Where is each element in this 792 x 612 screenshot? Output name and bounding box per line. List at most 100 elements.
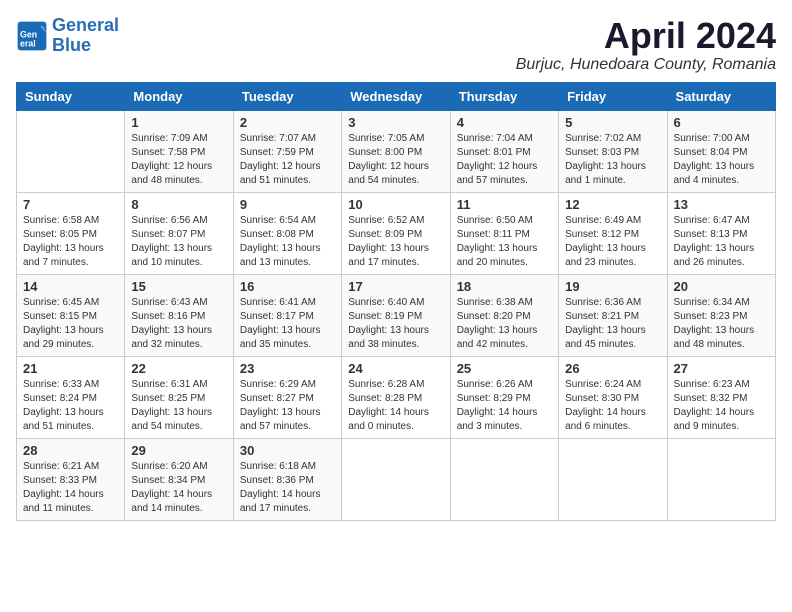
sunset-text: Sunset: 8:32 PM xyxy=(674,392,769,406)
calendar-cell: 18 Sunrise: 6:38 AMSunset: 8:20 PMDayligh… xyxy=(450,274,558,356)
day-number: 7 xyxy=(23,197,118,212)
calendar-cell xyxy=(667,438,775,520)
calendar-cell: 24Sunrise: 6:28 AMSunset: 8:28 PMDayligh… xyxy=(342,356,450,438)
week-row-0: 1Sunrise: 7:09 AMSunset: 7:58 PMDaylight… xyxy=(17,110,776,192)
cell-info: Sunrise: 6:45 AMSunset: 8:15 PMDaylight:… xyxy=(23,296,118,352)
sunset-text: Sunset: 8:34 PM xyxy=(131,474,226,488)
sunset-text: Sunset: 7:59 PM xyxy=(240,146,335,160)
calendar-cell: 16Sunrise: 6:41 AMSunset: 8:17 PMDayligh… xyxy=(233,274,341,356)
sunrise-text: Sunrise: 6:26 AM xyxy=(457,378,552,392)
daylight-text: Daylight: 13 hours and 13 minutes. xyxy=(240,242,335,270)
daylight-text: Daylight: 14 hours and 3 minutes. xyxy=(457,406,552,434)
sunset-text: Sunset: 8:29 PM xyxy=(457,392,552,406)
sunrise-text: Sunrise: 7:05 AM xyxy=(348,132,443,146)
day-number: 22 xyxy=(131,361,226,376)
svg-text:eral: eral xyxy=(20,38,36,48)
sunrise-text: Sunrise: 6:36 AM xyxy=(565,296,660,310)
day-number: 16 xyxy=(240,279,335,294)
day-number: 26 xyxy=(565,361,660,376)
day-number: 21 xyxy=(23,361,118,376)
calendar-thead: SundayMondayTuesdayWednesdayThursdayFrid… xyxy=(17,82,776,110)
cell-info: Sunrise: 6:31 AMSunset: 8:25 PMDaylight:… xyxy=(131,378,226,434)
cell-info: Sunrise: 6:47 AMSunset: 8:13 PMDaylight:… xyxy=(674,214,769,270)
cell-info: Sunrise: 6:49 AMSunset: 8:12 PMDaylight:… xyxy=(565,214,660,270)
sunset-text: Sunset: 8:36 PM xyxy=(240,474,335,488)
cell-info: Sunrise: 7:04 AMSunset: 8:01 PMDaylight:… xyxy=(457,132,552,188)
sunset-text: Sunset: 8:27 PM xyxy=(240,392,335,406)
sunrise-text: Sunrise: 6:49 AM xyxy=(565,214,660,228)
sunrise-text: Sunrise: 6:24 AM xyxy=(565,378,660,392)
daylight-text: Daylight: 13 hours and 23 minutes. xyxy=(565,242,660,270)
week-row-2: 14 Sunrise: 6:45 AMSunset: 8:15 PMDayligh… xyxy=(17,274,776,356)
sunset-text: Sunset: 8:00 PM xyxy=(348,146,443,160)
sunset-text: Sunset: 8:21 PM xyxy=(565,310,660,324)
daylight-text: Daylight: 12 hours and 57 minutes. xyxy=(457,160,552,188)
sunset-text: Sunset: 8:23 PM xyxy=(674,310,769,324)
cell-info: Sunrise: 6:43 AMSunset: 8:16 PMDaylight:… xyxy=(131,296,226,352)
calendar-cell: 8Sunrise: 6:56 AMSunset: 8:07 PMDaylight… xyxy=(125,192,233,274)
cell-info: Sunrise: 6:21 AMSunset: 8:33 PMDaylight:… xyxy=(23,460,118,516)
daylight-text: Daylight: 13 hours and 17 minutes. xyxy=(348,242,443,270)
sunset-text: Sunset: 8:13 PM xyxy=(674,228,769,242)
daylight-text: Daylight: 13 hours and 4 minutes. xyxy=(674,160,769,188)
cell-info: Sunrise: 6:18 AMSunset: 8:36 PMDaylight:… xyxy=(240,460,335,516)
calendar-cell: 21Sunrise: 6:33 AMSunset: 8:24 PMDayligh… xyxy=(17,356,125,438)
sunrise-text: Sunrise: 6:23 AM xyxy=(674,378,769,392)
sunset-text: Sunset: 8:01 PM xyxy=(457,146,552,160)
day-number: 10 xyxy=(348,197,443,212)
daylight-text: Daylight: 13 hours and 7 minutes. xyxy=(23,242,118,270)
day-number: 15 xyxy=(131,279,226,294)
header-day-thursday: Thursday xyxy=(450,82,558,110)
day-number: 3 xyxy=(348,115,443,130)
cell-info: Sunrise: 6:38 AMSunset: 8:20 PMDaylight:… xyxy=(457,296,552,352)
sunrise-text: Sunrise: 7:00 AM xyxy=(674,132,769,146)
header-day-tuesday: Tuesday xyxy=(233,82,341,110)
daylight-text: Daylight: 13 hours and 51 minutes. xyxy=(23,406,118,434)
calendar-header: Gen eral General Blue April 2024 Burjuc,… xyxy=(16,16,776,74)
cell-info: Sunrise: 7:09 AMSunset: 7:58 PMDaylight:… xyxy=(131,132,226,188)
logo: Gen eral General Blue xyxy=(16,16,119,56)
day-number: 18 xyxy=(457,279,552,294)
day-number: 19 xyxy=(565,279,660,294)
calendar-table: SundayMondayTuesdayWednesdayThursdayFrid… xyxy=(16,82,776,521)
calendar-cell: 27Sunrise: 6:23 AMSunset: 8:32 PMDayligh… xyxy=(667,356,775,438)
calendar-cell xyxy=(559,438,667,520)
sunset-text: Sunset: 8:05 PM xyxy=(23,228,118,242)
day-number: 8 xyxy=(131,197,226,212)
sunset-text: Sunset: 7:58 PM xyxy=(131,146,226,160)
sunrise-text: Sunrise: 6:38 AM xyxy=(457,296,552,310)
daylight-text: Daylight: 13 hours and 54 minutes. xyxy=(131,406,226,434)
calendar-cell xyxy=(17,110,125,192)
header-day-sunday: Sunday xyxy=(17,82,125,110)
daylight-text: Daylight: 14 hours and 11 minutes. xyxy=(23,488,118,516)
day-number: 14 xyxy=(23,279,118,294)
week-row-4: 28 Sunrise: 6:21 AMSunset: 8:33 PMDayligh… xyxy=(17,438,776,520)
daylight-text: Daylight: 13 hours and 48 minutes. xyxy=(674,324,769,352)
cell-info: Sunrise: 6:24 AMSunset: 8:30 PMDaylight:… xyxy=(565,378,660,434)
calendar-cell: 19Sunrise: 6:36 AMSunset: 8:21 PMDayligh… xyxy=(559,274,667,356)
calendar-cell: 13 Sunrise: 6:47 AMSunset: 8:13 PMDayligh… xyxy=(667,192,775,274)
week-row-3: 21Sunrise: 6:33 AMSunset: 8:24 PMDayligh… xyxy=(17,356,776,438)
calendar-cell: 22 Sunrise: 6:31 AMSunset: 8:25 PMDayligh… xyxy=(125,356,233,438)
cell-info: Sunrise: 6:23 AMSunset: 8:32 PMDaylight:… xyxy=(674,378,769,434)
cell-info: Sunrise: 6:40 AMSunset: 8:19 PMDaylight:… xyxy=(348,296,443,352)
cell-info: Sunrise: 6:26 AMSunset: 8:29 PMDaylight:… xyxy=(457,378,552,434)
daylight-text: Daylight: 13 hours and 38 minutes. xyxy=(348,324,443,352)
day-number: 30 xyxy=(240,443,335,458)
calendar-cell: 20Sunrise: 6:34 AMSunset: 8:23 PMDayligh… xyxy=(667,274,775,356)
daylight-text: Daylight: 13 hours and 32 minutes. xyxy=(131,324,226,352)
cell-info: Sunrise: 6:52 AMSunset: 8:09 PMDaylight:… xyxy=(348,214,443,270)
calendar-cell: 2Sunrise: 7:07 AMSunset: 7:59 PMDaylight… xyxy=(233,110,341,192)
header-day-wednesday: Wednesday xyxy=(342,82,450,110)
calendar-cell: 4Sunrise: 7:04 AMSunset: 8:01 PMDaylight… xyxy=(450,110,558,192)
day-number: 13 xyxy=(674,197,769,212)
sunrise-text: Sunrise: 6:50 AM xyxy=(457,214,552,228)
sunset-text: Sunset: 8:09 PM xyxy=(348,228,443,242)
sunrise-text: Sunrise: 6:18 AM xyxy=(240,460,335,474)
header-day-saturday: Saturday xyxy=(667,82,775,110)
cell-info: Sunrise: 6:34 AMSunset: 8:23 PMDaylight:… xyxy=(674,296,769,352)
day-number: 28 xyxy=(23,443,118,458)
day-number: 5 xyxy=(565,115,660,130)
sunrise-text: Sunrise: 6:20 AM xyxy=(131,460,226,474)
sunset-text: Sunset: 8:30 PM xyxy=(565,392,660,406)
